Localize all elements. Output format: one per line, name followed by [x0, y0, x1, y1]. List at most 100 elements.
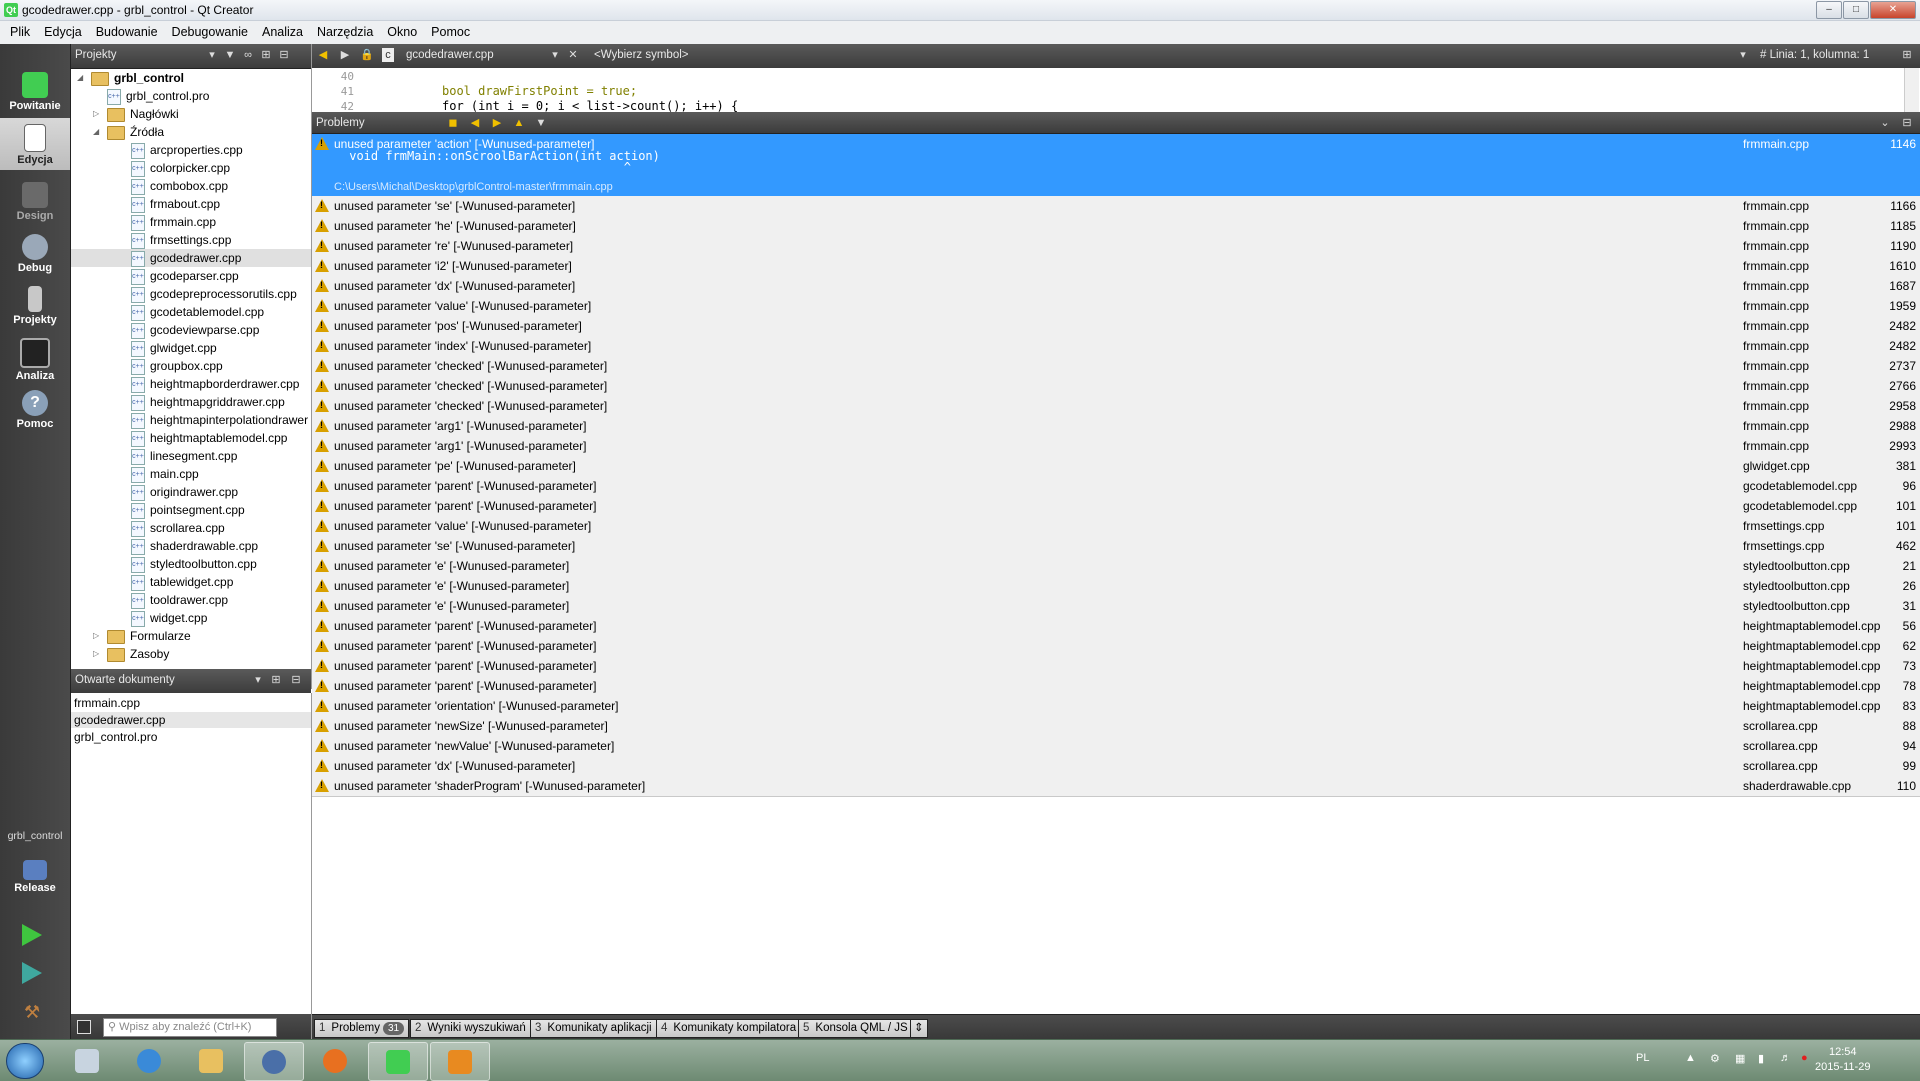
tray-alert-icon[interactable]: ● [1801, 1052, 1808, 1064]
taskbar-clock[interactable]: 12:54 2015-11-29 [1815, 1045, 1870, 1075]
problem-row[interactable]: unused parameter 'pe' [-Wunused-paramete… [312, 456, 1920, 477]
cursor-position[interactable]: # Linia: 1, kolumna: 1 [1760, 47, 1869, 64]
split-icon[interactable]: ⊞ [1900, 48, 1914, 62]
tray-signal-icon[interactable]: ▮ [1758, 1052, 1764, 1065]
menu-narzedzia[interactable]: Narzędzia [310, 21, 380, 44]
tree-item-source-file[interactable]: c++ heightmapinterpolationdrawer [71, 411, 311, 429]
tree-item-source-file[interactable]: c++ frmsettings.cpp [71, 231, 311, 249]
tab-problems[interactable]: 1 Problemy 31 [314, 1019, 410, 1038]
problem-row[interactable]: unused parameter 'parent' [-Wunused-para… [312, 476, 1920, 497]
problem-row[interactable]: unused parameter 'arg1' [-Wunused-parame… [312, 436, 1920, 457]
problem-row[interactable]: unused parameter 'se' [-Wunused-paramete… [312, 196, 1920, 217]
tree-item-source-file[interactable]: c++ glwidget.cpp [71, 339, 311, 357]
taskbar-firefox[interactable] [306, 1042, 364, 1079]
tree-item-folder-sources[interactable]: ◢ Źródła [71, 123, 311, 141]
open-doc-item[interactable]: gcodedrawer.cpp [71, 712, 311, 728]
editor-vertical-scrollbar[interactable] [1904, 68, 1919, 112]
build-hammer-icon[interactable]: ⚒ [24, 1002, 44, 1022]
warning-filter-icon[interactable]: ▲ [512, 116, 526, 130]
problem-row[interactable]: unused parameter 'newValue' [-Wunused-pa… [312, 736, 1920, 757]
problem-row[interactable]: unused parameter 'parent' [-Wunused-para… [312, 616, 1920, 637]
link-icon[interactable]: ∞ [241, 48, 255, 62]
close-panel-icon[interactable]: ⊟ [277, 48, 291, 62]
code-editor[interactable]: 40 41 bool drawFirstPoint = true; 42 for… [312, 68, 1920, 113]
taskbar-calculator[interactable] [58, 1042, 116, 1079]
tab-compile-output[interactable]: 4 Komunikaty kompilatora [656, 1019, 802, 1038]
problem-row[interactable]: unused parameter 'pos' [-Wunused-paramet… [312, 316, 1920, 337]
maximize-pane-icon[interactable]: ⊟ [1900, 116, 1914, 130]
minimize-pane-icon[interactable]: ⌄ [1878, 116, 1892, 130]
kit-selector[interactable]: Release [0, 854, 70, 906]
problem-row[interactable]: unused parameter 'he' [-Wunused-paramete… [312, 216, 1920, 237]
tree-item-source-file[interactable]: c++ heightmapgriddrawer.cpp [71, 393, 311, 411]
problem-row[interactable]: unused parameter 'shaderProgram' [-Wunus… [312, 776, 1920, 797]
open-doc-item[interactable]: grbl_control.pro [74, 729, 157, 745]
collapsed-arrow-icon[interactable]: ▷ [93, 627, 103, 645]
problem-row[interactable]: unused parameter 'value' [-Wunused-param… [312, 516, 1920, 537]
toggle-sidebar-icon[interactable] [77, 1020, 91, 1034]
problem-row[interactable]: unused parameter 'checked' [-Wunused-par… [312, 356, 1920, 377]
tree-item-source-file[interactable]: c++ frmmain.cpp [71, 213, 311, 231]
taskbar-explorer[interactable] [182, 1042, 240, 1079]
mode-debug[interactable]: Debug [0, 228, 70, 280]
problem-row[interactable]: unused parameter 'i2' [-Wunused-paramete… [312, 256, 1920, 277]
taskbar-thunderbird[interactable] [244, 1042, 304, 1081]
mode-analyze[interactable]: Analiza [0, 332, 70, 384]
taskbar-qtcreator[interactable] [368, 1042, 428, 1081]
tree-item-folder-forms[interactable]: ▷ Formularze [71, 627, 311, 645]
problem-row-selected[interactable]: unused parameter 'action' [-Wunused-para… [312, 134, 1920, 196]
mode-help[interactable]: ? Pomoc [0, 384, 70, 436]
tree-item-source-file[interactable]: c++ widget.cpp [71, 609, 311, 627]
chevron-down-icon[interactable]: ▾ [251, 673, 265, 687]
chevron-down-icon[interactable]: ▾ [1736, 48, 1750, 62]
code-line[interactable]: bool drawFirstPoint = true; [442, 84, 637, 98]
code-line[interactable]: for (int i = 0; i < list->count(); i++) … [442, 99, 738, 112]
tree-item-source-file[interactable]: c++ origindrawer.cpp [71, 483, 311, 501]
more-tabs-button[interactable]: ⇕ [910, 1019, 928, 1038]
mode-welcome[interactable]: Powitanie [0, 66, 70, 118]
tree-item-source-file[interactable]: c++ heightmapborderdrawer.cpp [71, 375, 311, 393]
menu-debugowanie[interactable]: Debugowanie [165, 21, 255, 44]
tray-network-icon[interactable]: ▦ [1735, 1052, 1745, 1065]
problem-row[interactable]: unused parameter 'e' [-Wunused-parameter… [312, 556, 1920, 577]
problem-row[interactable]: unused parameter 'checked' [-Wunused-par… [312, 376, 1920, 397]
tree-item-folder-resources[interactable]: ▷ Zasoby [71, 645, 311, 663]
tree-item-source-file[interactable]: c++ scrollarea.cpp [71, 519, 311, 537]
mode-design[interactable]: Design [0, 176, 70, 228]
maximize-button[interactable]: □ [1843, 1, 1869, 19]
tray-volume-icon[interactable]: ♬ [1780, 1052, 1791, 1064]
tree-item-source-file[interactable]: c++ gcodeparser.cpp [71, 267, 311, 285]
filter-icon[interactable]: ▼ [534, 116, 548, 130]
collapsed-arrow-icon[interactable]: ▷ [93, 105, 103, 123]
collapsed-arrow-icon[interactable]: ▷ [93, 645, 103, 663]
problem-row[interactable]: unused parameter 'parent' [-Wunused-para… [312, 496, 1920, 517]
debug-run-icon[interactable] [22, 962, 42, 984]
tree-item-project-root[interactable]: ◢ grbl_control [71, 69, 311, 87]
tree-item-source-file[interactable]: c++ groupbox.cpp [71, 357, 311, 375]
problem-row[interactable]: unused parameter 'parent' [-Wunused-para… [312, 656, 1920, 677]
filter-icon[interactable]: ▼ [223, 48, 237, 62]
expanded-arrow-icon[interactable]: ◢ [77, 69, 87, 87]
problem-row[interactable]: unused parameter 'newSize' [-Wunused-par… [312, 716, 1920, 737]
expanded-arrow-icon[interactable]: ◢ [93, 123, 103, 141]
split-icon[interactable]: ⊞ [269, 673, 283, 687]
tree-item-source-file[interactable]: c++ colorpicker.cpp [71, 159, 311, 177]
open-documents-title[interactable]: Otwarte dokumenty [75, 674, 175, 686]
taskbar-ie[interactable] [120, 1042, 178, 1079]
split-icon[interactable]: ⊞ [259, 48, 273, 62]
close-button[interactable]: ✕ [1870, 1, 1916, 19]
tree-item-pro-file[interactable]: c++ grbl_control.pro [71, 87, 311, 105]
problem-row[interactable]: unused parameter 'arg1' [-Wunused-parame… [312, 416, 1920, 437]
mode-projects[interactable]: Projekty [0, 280, 70, 332]
menu-pomoc[interactable]: Pomoc [424, 21, 477, 44]
tree-item-source-file[interactable]: c++ main.cpp [71, 465, 311, 483]
tree-item-source-file[interactable]: c++ gcodepreprocessorutils.cpp [71, 285, 311, 303]
tree-item-source-file[interactable]: c++ tablewidget.cpp [71, 573, 311, 591]
tree-item-source-file[interactable]: c++ styledtoolbutton.cpp [71, 555, 311, 573]
tab-search-results[interactable]: 2 Wyniki wyszukiwań [410, 1019, 531, 1038]
back-arrow-icon[interactable]: ◀ [316, 48, 330, 62]
tree-item-source-file[interactable]: c++ shaderdrawable.cpp [71, 537, 311, 555]
tree-item-source-file[interactable]: c++ gcodetablemodel.cpp [71, 303, 311, 321]
taskbar-app[interactable] [430, 1042, 490, 1081]
problem-row[interactable]: unused parameter 'index' [-Wunused-param… [312, 336, 1920, 357]
